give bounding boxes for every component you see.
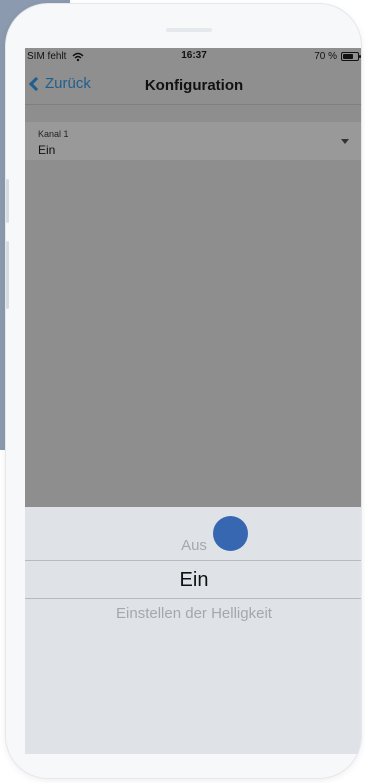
navigation-bar: Zurück Konfiguration xyxy=(25,66,361,105)
dropdown-arrow-icon xyxy=(341,139,349,144)
channel-label: Kanal 1 xyxy=(38,129,69,139)
status-time: 16:37 xyxy=(181,50,207,61)
battery-fill xyxy=(343,54,353,59)
battery-nub xyxy=(359,55,361,58)
battery-percent: 70 % xyxy=(314,51,337,62)
phone-frame: SIM fehlt 16:37 70 % Zurück Konfiguratio… xyxy=(6,4,361,778)
back-label: Zurück xyxy=(45,75,91,92)
status-right: 70 % xyxy=(314,51,361,62)
status-bar: SIM fehlt 16:37 70 % xyxy=(25,48,361,66)
picker-option-ein[interactable]: Ein xyxy=(25,569,361,592)
picker-divider xyxy=(25,598,361,599)
configuration-content: Kanal 1 Ein xyxy=(25,105,361,507)
status-left: SIM fehlt xyxy=(27,51,84,62)
picker-divider xyxy=(25,560,361,561)
page-title: Konfiguration xyxy=(144,77,244,94)
picker-option-aus[interactable]: Aus xyxy=(25,537,361,554)
carrier-text: SIM fehlt xyxy=(27,51,67,62)
phone-side-button xyxy=(6,179,9,223)
phone-screen: SIM fehlt 16:37 70 % Zurück Konfiguratio… xyxy=(25,48,361,754)
option-picker[interactable]: Aus Ein Einstellen der Helligkeit xyxy=(25,507,361,754)
phone-speaker xyxy=(166,28,212,32)
channel-value: Ein xyxy=(38,143,56,157)
phone-side-button xyxy=(6,241,9,309)
touch-indicator xyxy=(213,516,248,551)
back-button[interactable]: Zurück xyxy=(28,75,91,92)
battery-icon xyxy=(341,52,361,61)
page: SIM fehlt 16:37 70 % Zurück Konfiguratio… xyxy=(0,0,365,783)
wifi-icon xyxy=(72,52,84,62)
channel-select[interactable]: Kanal 1 Ein xyxy=(25,122,361,160)
chevron-left-icon xyxy=(28,76,44,91)
picker-option-brightness[interactable]: Einstellen der Helligkeit xyxy=(25,605,361,622)
